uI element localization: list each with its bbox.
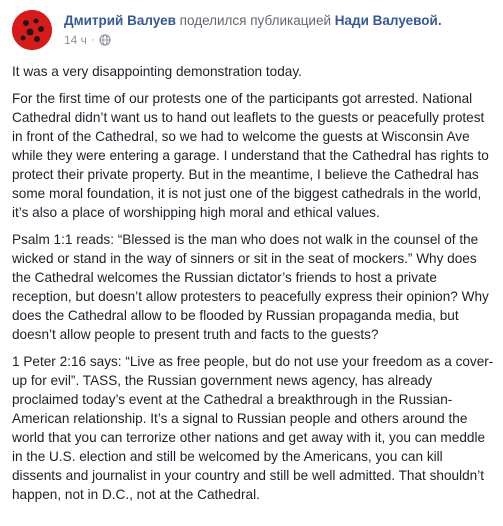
post-meta: 14 ч ·	[64, 32, 111, 48]
post-paragraph: Psalm 1:1 reads: “Blessed is the man who…	[12, 232, 489, 342]
post-paragraph: For the first time of our protests one o…	[12, 91, 489, 220]
timestamp-link[interactable]: 14 ч	[64, 32, 87, 48]
avatar[interactable]	[12, 10, 52, 50]
post-paragraph: It was a very disappointing demonstratio…	[12, 64, 302, 79]
shared-text: поделился публикацией	[179, 13, 332, 28]
meta-separator: ·	[90, 34, 95, 46]
shared-page-link[interactable]: Нади Валуевой.	[335, 13, 442, 28]
post-paragraph: 1 Peter 2:16 says: “Live as free people,…	[12, 354, 494, 502]
author-link[interactable]: Дмитрий Валуев	[64, 13, 176, 28]
post-body: It was a very disappointing demonstratio…	[12, 62, 496, 512]
post-header: Дмитрий Валуев поделился публикацией Над…	[12, 10, 495, 54]
avatar-image	[12, 10, 52, 50]
globe-icon[interactable]	[99, 34, 111, 46]
header-line: Дмитрий Валуев поделился публикацией Над…	[64, 12, 442, 30]
facebook-post: Дмитрий Валуев поделился публикацией Над…	[0, 0, 503, 526]
